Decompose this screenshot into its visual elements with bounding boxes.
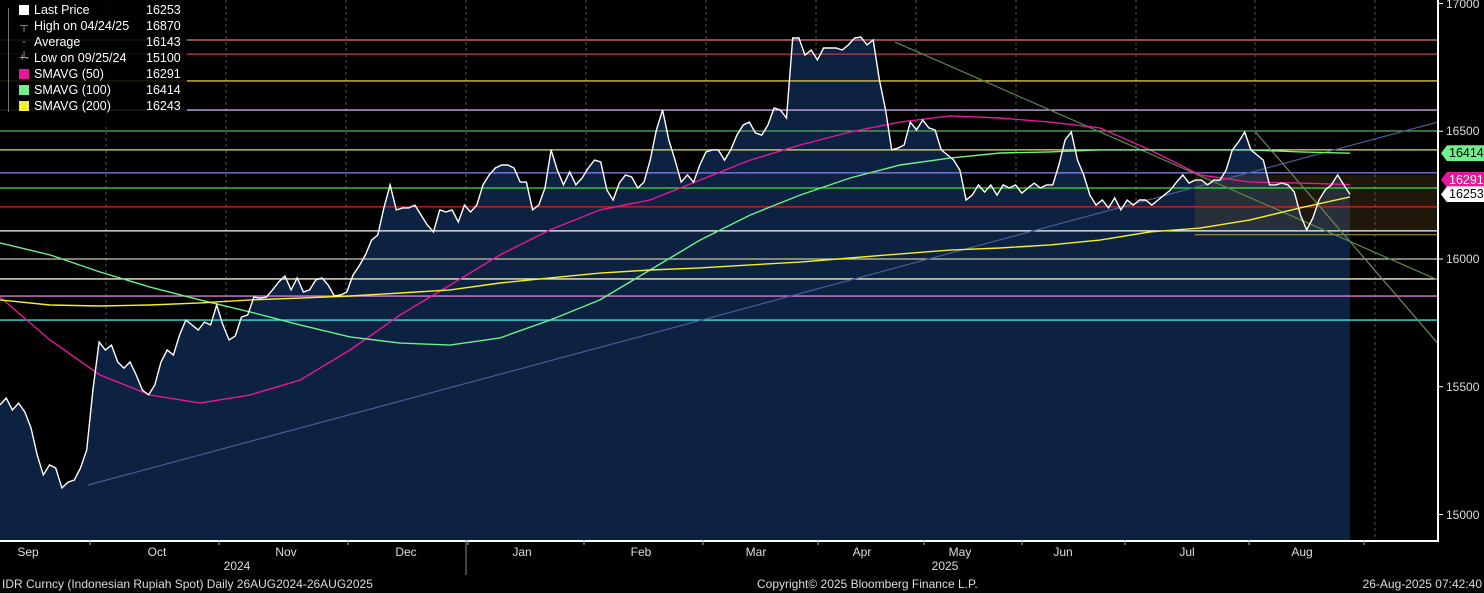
last-value-badge: 16414 <box>1441 145 1484 162</box>
price-area <box>0 37 1350 540</box>
year-label: 2024 <box>223 559 251 573</box>
legend-swatch-icon <box>19 101 29 111</box>
month-label: May <box>948 545 972 559</box>
month-label: Sep <box>17 545 39 559</box>
high-marker-icon: ┬ <box>20 20 28 32</box>
legend-item[interactable]: ┬ High on 04/24/25 16870 <box>0 18 187 34</box>
footer-security: IDR Curncy (Indonesian Rupiah Spot) Dail… <box>2 577 373 591</box>
month-label: Aug <box>1291 545 1313 559</box>
month-label: Jun <box>1053 545 1073 559</box>
legend-value: 16253 <box>146 3 181 17</box>
legend-value: 16414 <box>146 83 181 97</box>
month-label: Jul <box>1179 545 1195 559</box>
footer-timestamp: 26-Aug-2025 07:42:40 <box>1362 577 1482 591</box>
legend-value: 16243 <box>146 99 181 113</box>
legend-item[interactable]: SMAVG (100) 16414 <box>0 82 187 98</box>
legend-label: SMAVG (100) <box>34 83 111 97</box>
price-tick-label: 15000 <box>1446 507 1480 522</box>
legend-label: High on 04/24/25 <box>34 19 130 33</box>
last-value-badge: 16291 <box>1441 171 1484 188</box>
legend-label: Average <box>34 35 81 49</box>
legend-item[interactable]: ┴ Low on 09/25/24 15100 <box>0 50 187 66</box>
month-label: Feb <box>630 545 652 559</box>
price-tick-label: 17000 <box>1446 0 1480 11</box>
month-label: Apr <box>852 545 872 559</box>
legend-label: Last Price <box>34 3 90 17</box>
legend-item[interactable]: -+- Average 16143 <box>0 34 187 64</box>
month-label: Mar <box>745 545 767 559</box>
month-label: Nov <box>275 545 297 559</box>
legend-value: 16143 <box>146 35 181 49</box>
month-label: Oct <box>147 545 167 559</box>
legend-value: 15100 <box>146 51 181 65</box>
year-label: 2025 <box>931 559 959 573</box>
price-tick-label: 16500 <box>1446 124 1480 139</box>
last-value-badge: 16253 <box>1441 186 1484 203</box>
legend-item[interactable]: Last Price 16253 <box>0 2 187 18</box>
month-label: Dec <box>395 545 417 559</box>
month-label: Jan <box>512 545 532 559</box>
price-tick-label: 15500 <box>1446 379 1480 394</box>
legend-swatch-icon <box>19 5 29 15</box>
legend: Last Price 16253 ┬ High on 04/24/25 16870 -+-… <box>0 0 187 127</box>
legend-item[interactable]: SMAVG (200) 16243 <box>0 98 187 114</box>
legend-swatch-icon <box>19 85 29 95</box>
legend-label: SMAVG (200) <box>34 99 111 113</box>
price-tick-label: 16000 <box>1446 252 1480 266</box>
legend-label: Low on 09/25/24 <box>34 51 127 65</box>
legend-item[interactable]: SMAVG (50) 16291 <box>0 66 187 82</box>
legend-value: 16870 <box>146 19 181 33</box>
legend-swatch-icon <box>19 69 29 79</box>
price-chart <box>0 0 1443 575</box>
footer-copyright: Copyright© 2025 Bloomberg Finance L.P. <box>757 577 978 591</box>
legend-label: SMAVG (50) <box>34 67 104 81</box>
legend-value: 16291 <box>146 67 181 81</box>
low-marker-icon: ┴ <box>20 52 28 64</box>
